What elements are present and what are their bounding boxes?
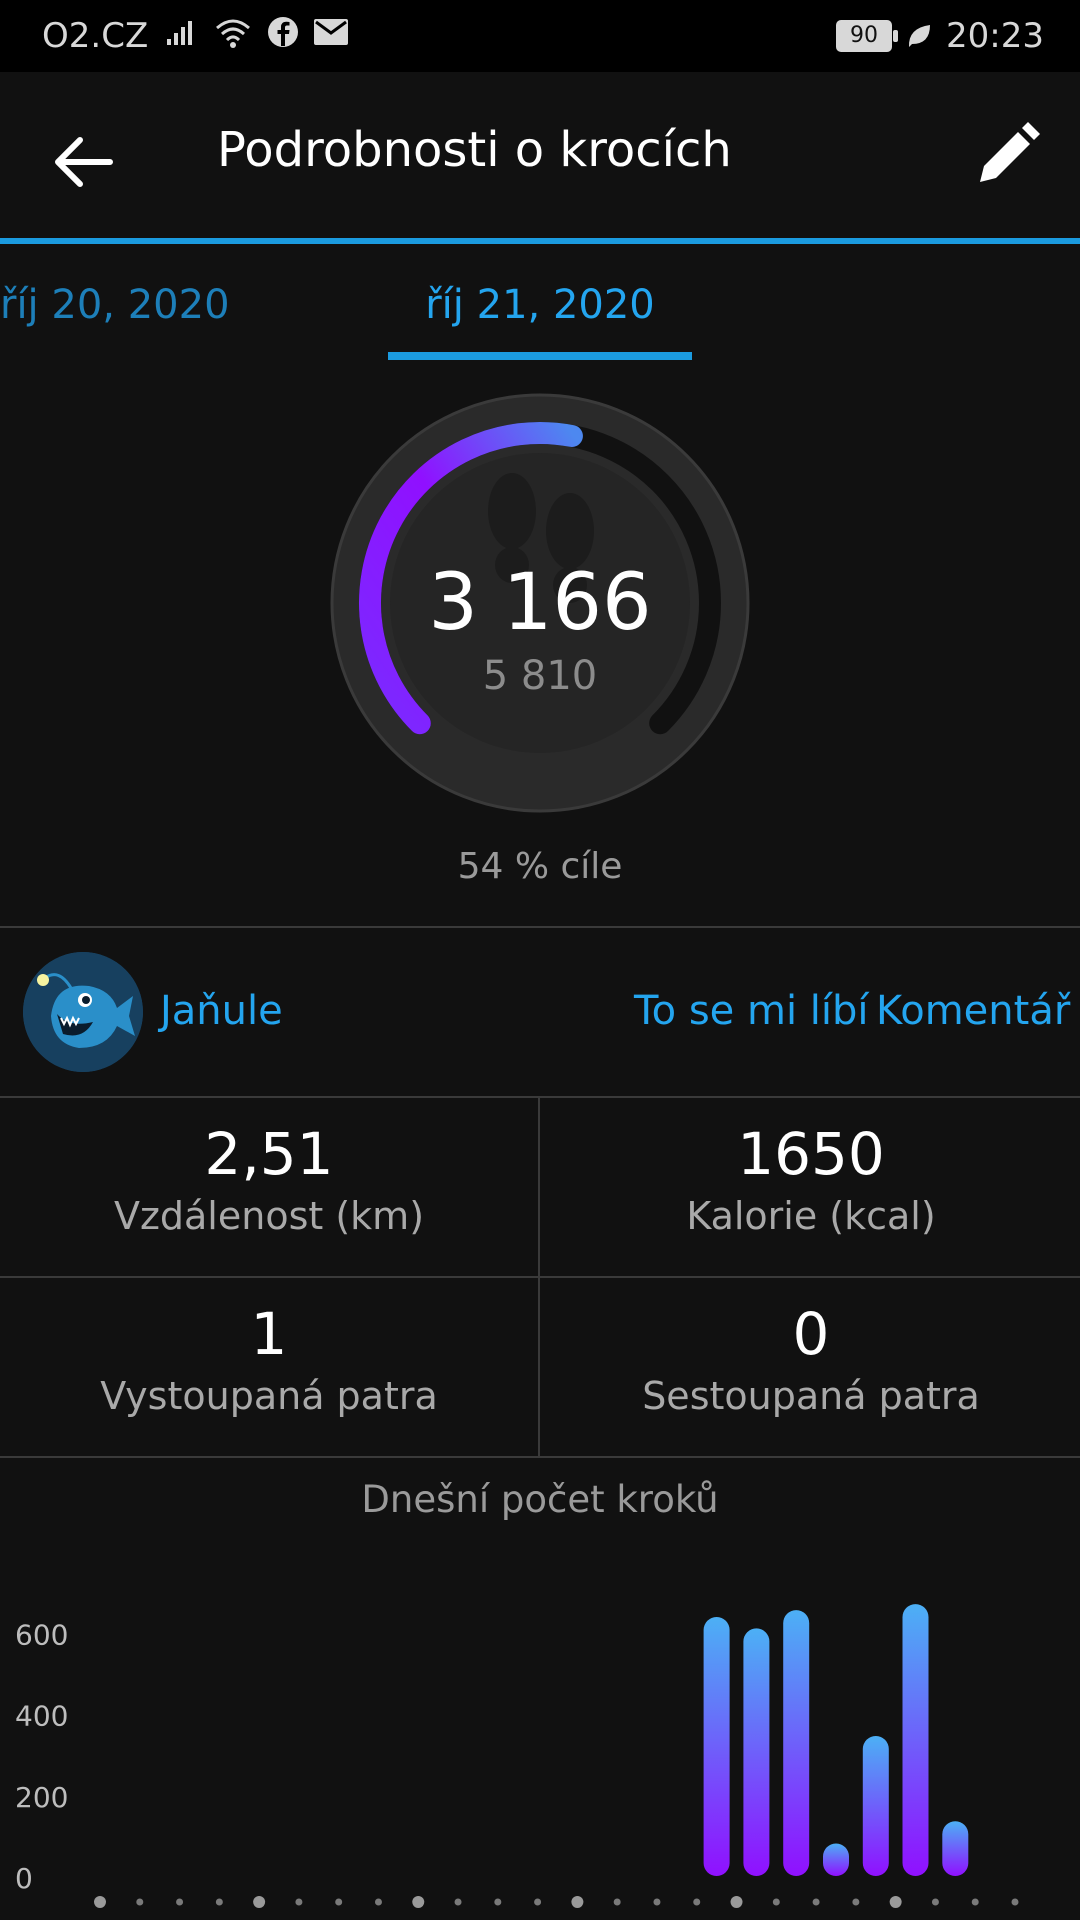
stat-value: 1 — [250, 1300, 288, 1368]
stat-value: 0 — [792, 1300, 830, 1368]
stat-floors-down: 0 Sestoupaná patra — [542, 1278, 1080, 1456]
y-tick-label: 400 — [15, 1700, 68, 1733]
clock: 20:23 — [946, 16, 1044, 56]
signal-icon — [167, 21, 192, 45]
social-row: Jaňule To se mi líbí Komentář — [0, 928, 1080, 1096]
x-axis-dot — [693, 1898, 701, 1906]
app-bar: Podrobnosti o krocích — [0, 72, 1080, 242]
chart-bar — [743, 1628, 770, 1876]
steps-count: 3 166 — [428, 558, 652, 648]
anglerfish-icon — [23, 952, 143, 1072]
divider — [538, 1098, 540, 1458]
x-axis-dot — [136, 1898, 144, 1906]
x-axis-dot — [94, 1896, 106, 1908]
like-button[interactable]: To se mi líbí — [634, 988, 869, 1034]
tab-previous-day[interactable]: říj 20, 2020 — [0, 282, 230, 328]
battery-icon: 90 — [836, 20, 899, 52]
x-axis-dot — [1011, 1898, 1019, 1906]
chart-bar — [902, 1604, 929, 1876]
page-title: Podrobnosti o krocích — [217, 122, 732, 178]
x-axis-dot — [176, 1898, 184, 1906]
x-axis-dot — [812, 1898, 820, 1906]
x-axis-dot — [852, 1898, 860, 1906]
tab-current-day[interactable]: říj 21, 2020 — [388, 282, 692, 328]
stat-calories: 1650 Kalorie (kcal) — [542, 1098, 1080, 1276]
mail-icon — [314, 19, 348, 45]
chart-bar — [823, 1843, 849, 1876]
arrow-left-icon — [55, 137, 113, 187]
steps-chart: 0 200 400 600 — [0, 1560, 1080, 1920]
leaf-icon — [908, 25, 931, 47]
back-button[interactable] — [50, 127, 120, 197]
stat-label: Vzdálenost (km) — [113, 1194, 425, 1238]
chart-bar — [942, 1821, 969, 1876]
x-axis-dot — [571, 1896, 584, 1908]
stats-grid: 2,51 Vzdálenost (km) 1650 Kalorie (kcal)… — [0, 1098, 1080, 1458]
edit-button[interactable] — [972, 120, 1042, 190]
stat-value: 2,51 — [204, 1120, 334, 1188]
x-axis-dot — [295, 1898, 303, 1906]
stat-value: 1650 — [737, 1120, 885, 1188]
x-axis-dot — [653, 1898, 661, 1906]
tab-indicator — [388, 352, 692, 360]
status-icons — [165, 16, 349, 48]
x-axis-dot — [412, 1896, 425, 1908]
stat-floors-up: 1 Vystoupaná patra — [0, 1278, 538, 1456]
x-axis-dot — [889, 1896, 902, 1908]
goal-percent: 54 % cíle — [457, 846, 623, 887]
stat-label: Kalorie (kcal) — [686, 1194, 936, 1238]
y-tick-label: 0 — [15, 1862, 33, 1895]
chart-title: Dnešní počet kroků — [361, 1478, 719, 1521]
x-axis-dot — [335, 1898, 343, 1906]
steps-goal: 5 810 — [482, 653, 598, 699]
y-tick-label: 200 — [15, 1781, 68, 1814]
user-name-link[interactable]: Jaňule — [160, 988, 283, 1034]
divider — [0, 1456, 1080, 1458]
x-axis-dot — [454, 1898, 462, 1906]
chart-bar — [783, 1610, 810, 1876]
status-bar: O2.CZ 90 20:23 — [0, 0, 1080, 72]
x-axis-dot — [931, 1898, 939, 1906]
wifi-icon — [216, 19, 250, 48]
x-axis-dot — [374, 1898, 382, 1906]
x-axis-dot — [494, 1898, 502, 1906]
comment-button[interactable]: Komentář — [876, 988, 1070, 1034]
x-axis-dot — [730, 1896, 743, 1908]
x-axis-dot — [613, 1898, 621, 1906]
avatar[interactable] — [23, 952, 143, 1072]
x-axis-dot — [772, 1898, 780, 1906]
stat-label: Sestoupaná patra — [642, 1374, 980, 1418]
y-tick-label: 600 — [15, 1618, 68, 1651]
x-axis-dot — [971, 1898, 979, 1906]
facebook-icon — [268, 17, 298, 47]
chart-bar — [862, 1736, 889, 1876]
chart-bar — [703, 1617, 730, 1876]
x-axis-dot — [215, 1898, 223, 1906]
date-tabs: říj 20, 2020 říj 21, 2020 — [0, 244, 1080, 364]
pencil-icon — [980, 122, 1040, 182]
x-axis-dot — [253, 1896, 266, 1908]
status-right: 90 20:23 — [836, 16, 1044, 56]
carrier-name: O2.CZ — [42, 16, 149, 56]
x-axis-dot — [534, 1898, 542, 1906]
divider — [0, 1276, 1080, 1278]
stat-label: Vystoupaná patra — [100, 1374, 438, 1418]
stat-distance: 2,51 Vzdálenost (km) — [0, 1098, 538, 1276]
